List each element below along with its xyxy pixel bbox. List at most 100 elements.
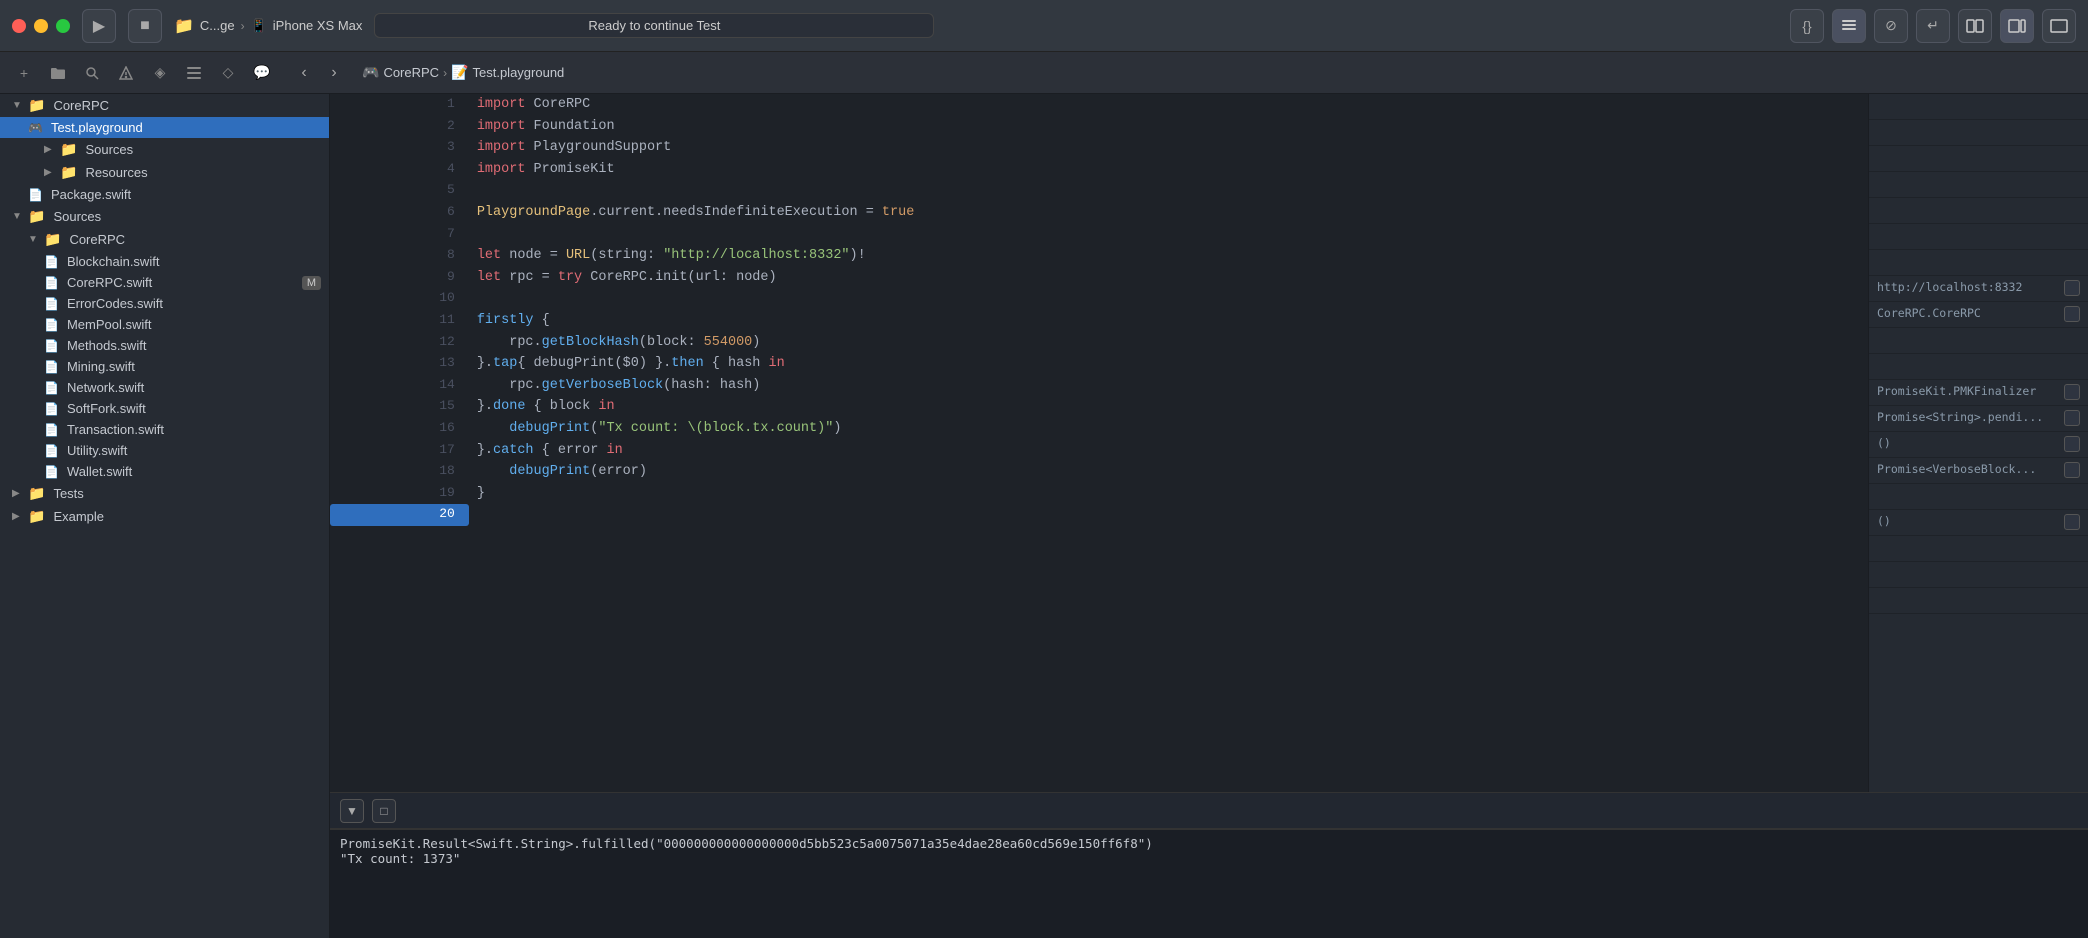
line-number: 13 <box>330 353 469 375</box>
sidebar-item-corerpc-root[interactable]: ▼📁CoreRPC <box>0 94 329 117</box>
sidebar-item-sources-1[interactable]: ▶📁Sources <box>0 138 329 161</box>
nav-forward-button[interactable]: › <box>320 59 348 87</box>
code-line[interactable]: import Foundation <box>469 116 1868 138</box>
sidebar-item-network-swift[interactable]: 📄Network.swift <box>0 377 329 398</box>
status-pill: Ready to continue Test <box>374 13 934 38</box>
warning-button[interactable] <box>112 59 140 87</box>
minimize-button[interactable] <box>34 19 48 33</box>
result-item: Promise<VerboseBlock... <box>1869 458 2088 484</box>
code-line[interactable]: import PromiseKit <box>469 159 1868 181</box>
sidebar-item-package-swift[interactable]: 📄Package.swift <box>0 184 329 205</box>
code-line[interactable]: debugPrint("Tx count: \(block.tx.count)"… <box>469 418 1868 440</box>
code-line[interactable]: rpc.getBlockHash(block: 554000) <box>469 332 1868 354</box>
sidebar-item-softfork-swift[interactable]: 📄SoftFork.swift <box>0 398 329 419</box>
folder-button[interactable] <box>44 59 72 87</box>
folder-icon: 📁 <box>28 508 45 525</box>
layout3-button[interactable] <box>2042 9 2076 43</box>
sidebar-item-errorcodes-swift[interactable]: 📄ErrorCodes.swift <box>0 293 329 314</box>
code-line[interactable]: PlaygroundPage.current.needsIndefiniteEx… <box>469 202 1868 224</box>
sidebar-item-methods-swift[interactable]: 📄Methods.swift <box>0 335 329 356</box>
sidebar-item-wallet-swift[interactable]: 📄 Wallet.swift <box>0 461 329 482</box>
sidebar-item-blockchain-swift[interactable]: 📄Blockchain.swift <box>0 251 329 272</box>
sidebar-item-transaction-swift[interactable]: 📄Transaction.swift <box>0 419 329 440</box>
code-line[interactable]: ​ <box>469 180 1868 202</box>
code-row: 15}.done { block in <box>330 396 1868 418</box>
device-name[interactable]: iPhone XS Max <box>273 18 363 33</box>
code-line[interactable]: ​ <box>469 504 1868 526</box>
sidebar-item-label: Sources <box>53 209 101 224</box>
file-icon: 📄 <box>44 444 59 458</box>
file-icon: 📄 <box>44 465 59 479</box>
sidebar-item-example[interactable]: ▶📁Example <box>0 505 329 528</box>
content-area: 1import CoreRPC2import Foundation3import… <box>330 94 2088 938</box>
result-text: http://localhost:8332 <box>1877 280 2058 294</box>
code-line[interactable]: }.tap{ debugPrint($0) }.then { hash in <box>469 353 1868 375</box>
code-line[interactable]: ​ <box>469 224 1868 246</box>
close-button[interactable] <box>12 19 26 33</box>
code-line[interactable]: let node = URL(string: "http://localhost… <box>469 245 1868 267</box>
sidebar-item-label: Test.playground <box>51 120 143 135</box>
sidebar-item-utility-swift[interactable]: 📄Utility.swift <box>0 440 329 461</box>
code-line[interactable]: rpc.getVerboseBlock(hash: hash) <box>469 375 1868 397</box>
lines-button[interactable] <box>1832 9 1866 43</box>
sidebar-item-corerpc-folder[interactable]: ▼📁CoreRPC <box>0 228 329 251</box>
breadcrumb-file[interactable]: Test.playground <box>473 65 565 80</box>
code-line[interactable]: }.catch { error in <box>469 440 1868 462</box>
code-line[interactable]: import PlaygroundSupport <box>469 137 1868 159</box>
result-expand-button[interactable] <box>2064 280 2080 296</box>
enter-button[interactable]: ↵ <box>1916 9 1950 43</box>
sidebar-item-tests[interactable]: ▶📁Tests <box>0 482 329 505</box>
sidebar-item-test-playground[interactable]: 🎮Test.playground <box>0 117 329 138</box>
code-line[interactable]: ​ <box>469 288 1868 310</box>
console-output: PromiseKit.Result<Swift.String>.fulfille… <box>330 828 2088 938</box>
result-text: Promise<VerboseBlock... <box>1877 462 2058 476</box>
code-row: 17}.catch { error in <box>330 440 1868 462</box>
sidebar-item-sources-2[interactable]: ▼📁Sources <box>0 205 329 228</box>
diff-button[interactable]: ◈ <box>146 59 174 87</box>
result-expand-button[interactable] <box>2064 462 2080 478</box>
code-line[interactable]: }.done { block in <box>469 396 1868 418</box>
breadcrumb-sep2: › <box>443 66 447 80</box>
braces-button[interactable]: {} <box>1790 9 1824 43</box>
list-button[interactable] <box>180 59 208 87</box>
breadcrumb-root[interactable]: CoreRPC <box>383 65 439 80</box>
stop-button[interactable]: ■ <box>128 9 162 43</box>
code-row: 9let rpc = try CoreRPC.init(url: node) <box>330 267 1868 289</box>
result-expand-button[interactable] <box>2064 436 2080 452</box>
code-editor[interactable]: 1import CoreRPC2import Foundation3import… <box>330 94 1868 792</box>
folder-icon: 📁 <box>44 231 61 248</box>
no-entry-button[interactable]: ⊘ <box>1874 9 1908 43</box>
sidebar-item-resources[interactable]: ▶📁Resources <box>0 161 329 184</box>
folder-icon: 📁 <box>28 485 45 502</box>
search-button[interactable] <box>78 59 106 87</box>
console-clear-button[interactable]: □ <box>372 799 396 823</box>
sidebar-item-mining-swift[interactable]: 📄Mining.swift <box>0 356 329 377</box>
comment-button[interactable]: 💬 <box>248 59 276 87</box>
sidebar-item-mempool-swift[interactable]: 📄MemPool.swift <box>0 314 329 335</box>
run-button[interactable]: ▶ <box>82 9 116 43</box>
code-line[interactable]: firstly { <box>469 310 1868 332</box>
nav-back-button[interactable]: ‹ <box>290 59 318 87</box>
code-line[interactable]: debugPrint(error) <box>469 461 1868 483</box>
result-expand-button[interactable] <box>2064 384 2080 400</box>
sidebar-item-label: Tests <box>53 486 83 501</box>
project-name[interactable]: C...ge <box>200 18 235 33</box>
layout1-button[interactable] <box>1958 9 1992 43</box>
add-button[interactable]: + <box>10 59 38 87</box>
console-toggle-button[interactable]: ▼ <box>340 799 364 823</box>
fullscreen-button[interactable] <box>56 19 70 33</box>
file-icon: 📄 <box>44 339 59 353</box>
result-expand-button[interactable] <box>2064 514 2080 530</box>
result-item: http://localhost:8332 <box>1869 276 2088 302</box>
tag-button[interactable]: ◇ <box>214 59 242 87</box>
result-expand-button[interactable] <box>2064 410 2080 426</box>
code-line[interactable]: import CoreRPC <box>469 94 1868 116</box>
result-item-empty <box>1869 198 2088 224</box>
console-toolbar: ▼ □ <box>330 792 2088 828</box>
code-line[interactable]: let rpc = try CoreRPC.init(url: node) <box>469 267 1868 289</box>
code-line[interactable]: } <box>469 483 1868 505</box>
sidebar-item-corerpc-swift[interactable]: 📄CoreRPC.swiftM <box>0 272 329 293</box>
sidebar-item-label: Wallet.swift <box>67 464 132 479</box>
result-expand-button[interactable] <box>2064 306 2080 322</box>
layout2-button[interactable] <box>2000 9 2034 43</box>
